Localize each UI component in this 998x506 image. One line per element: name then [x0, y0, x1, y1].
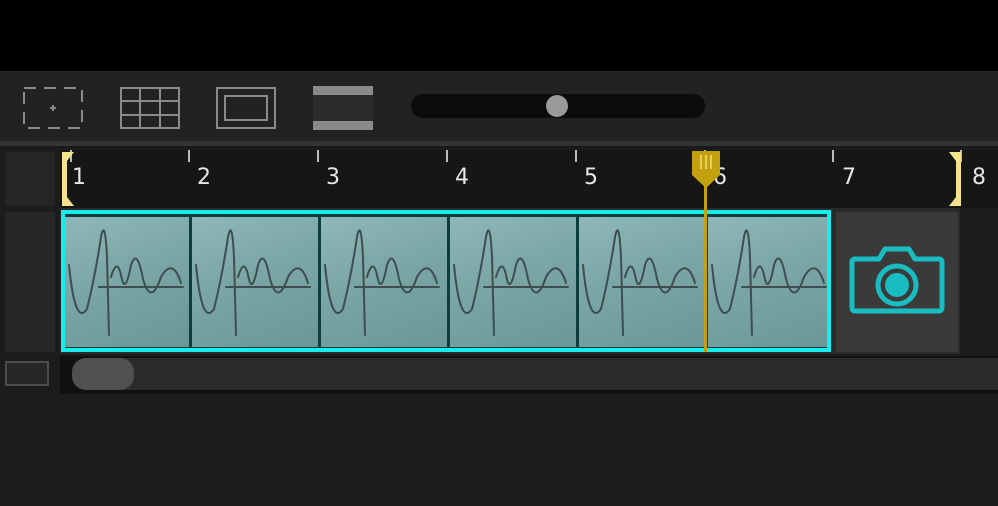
scrollbar-thumb[interactable] — [72, 358, 134, 390]
signature-thumbnail — [324, 229, 440, 336]
clip-frame-thumbnail — [708, 217, 827, 347]
scrollbar-rail[interactable] — [72, 358, 998, 390]
ruler-tick — [446, 150, 448, 162]
out-point-marker[interactable] — [949, 152, 963, 206]
zoom-slider-thumb[interactable] — [546, 95, 568, 117]
ruler-tick — [317, 150, 319, 162]
playhead-line — [704, 183, 707, 352]
signature-thumbnail — [68, 229, 184, 336]
ruler-header — [5, 152, 55, 206]
grid-tool-button[interactable] — [119, 85, 181, 131]
clip-frame-thumbnail — [450, 217, 576, 347]
letterbox-tool-button[interactable] — [312, 85, 374, 131]
ruler-tick-label: 8 — [972, 165, 986, 190]
playhead-handle[interactable] — [690, 149, 722, 189]
scroll-left-button[interactable] — [5, 361, 49, 386]
ruler-tick-label: 3 — [326, 165, 340, 190]
track-header — [5, 212, 55, 352]
ruler-tick-label: 1 — [72, 165, 86, 190]
crop-target-tool-button[interactable] — [22, 85, 84, 131]
clip-frame-thumbnail — [579, 217, 705, 347]
toolbar-divider-shadow — [0, 146, 998, 149]
ruler-tick-label: 2 — [197, 165, 211, 190]
in-point-marker[interactable] — [60, 152, 74, 206]
signature-thumbnail — [711, 229, 827, 336]
frame-tool-button[interactable] — [215, 85, 277, 131]
video-clip[interactable] — [61, 210, 831, 352]
timeline-ruler[interactable]: 1 2 3 4 5 6 7 8 — [60, 150, 998, 208]
clip-frame-thumbnail — [192, 217, 318, 347]
ruler-tick-label: 4 — [455, 165, 469, 190]
ruler-tick — [188, 150, 190, 162]
signature-thumbnail — [453, 229, 569, 336]
clip-frame-thumbnail — [321, 217, 447, 347]
clip-frame-thumbnail — [65, 217, 189, 347]
signature-thumbnail — [582, 229, 698, 336]
frame-icon — [216, 87, 276, 129]
ruler-tick — [575, 150, 577, 162]
top-bar — [0, 0, 998, 71]
zoom-slider[interactable] — [411, 94, 705, 118]
ruler-tick-label: 5 — [584, 165, 598, 190]
signature-thumbnail — [195, 229, 311, 336]
letterbox-icon — [313, 86, 373, 130]
grid-icon — [120, 87, 180, 129]
ruler-tick — [832, 150, 834, 162]
camera-icon[interactable] — [848, 245, 946, 315]
crop-target-icon — [23, 87, 83, 129]
ruler-tick-label: 7 — [842, 165, 856, 190]
